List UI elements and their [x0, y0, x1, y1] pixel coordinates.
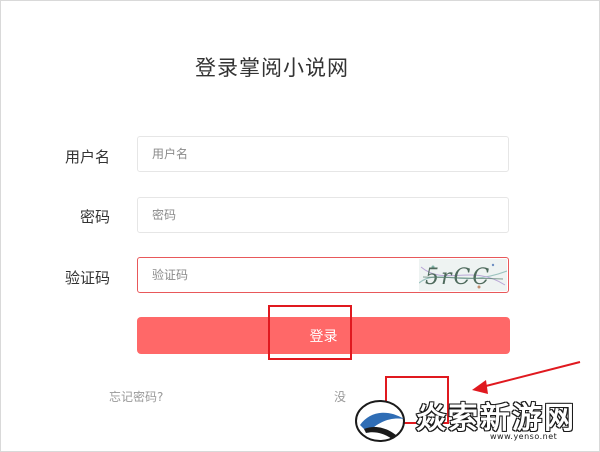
watermark-url: www.yenso.net [490, 432, 558, 441]
watermark-logo-icon [355, 400, 405, 442]
watermark-title: 焱索新游网 [415, 400, 576, 436]
site-watermark: 焱索新游网 www.yenso.net [348, 385, 596, 449]
